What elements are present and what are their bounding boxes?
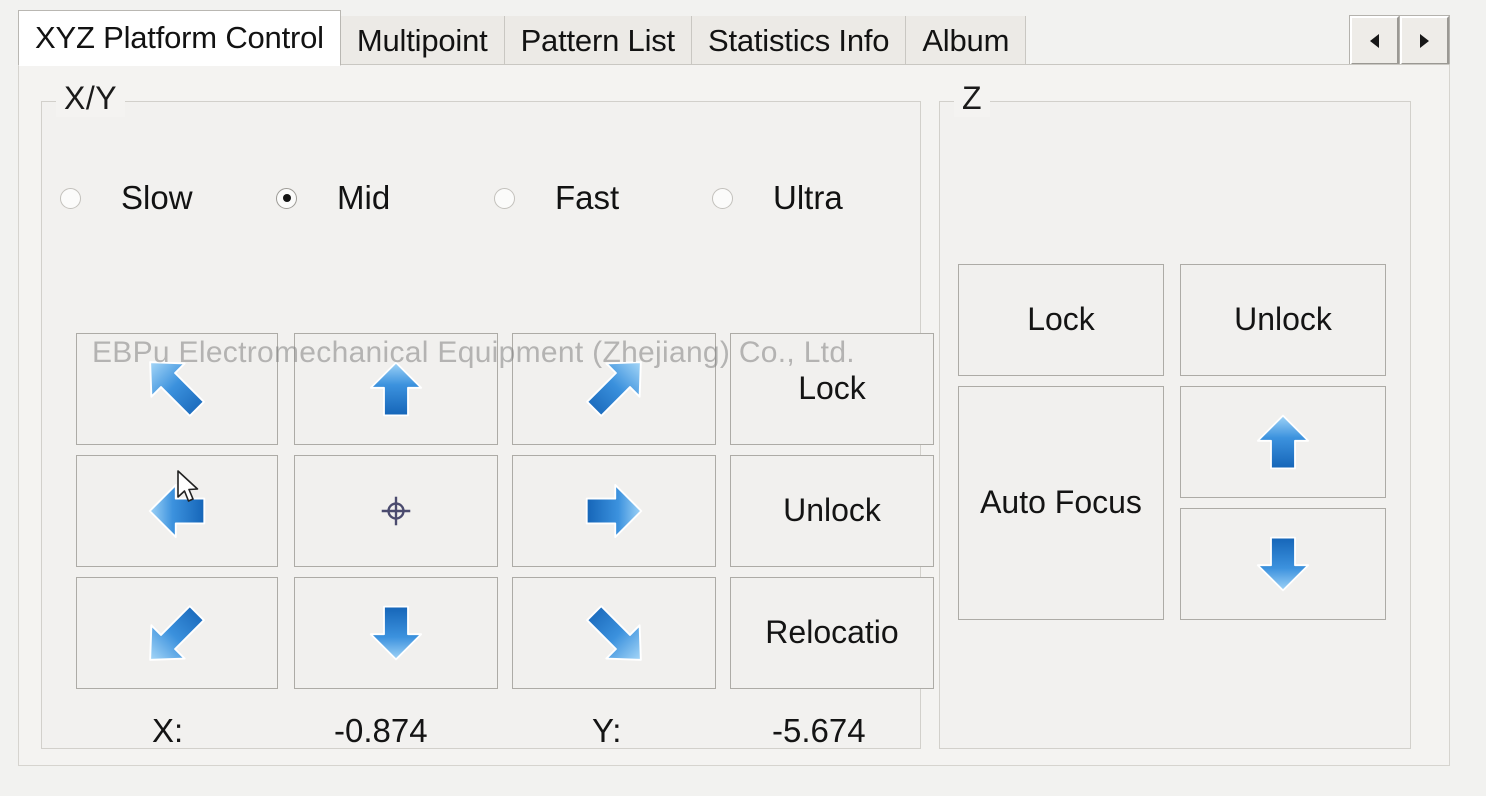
arrow-up-icon [369,361,423,417]
radio-option-ultra[interactable]: Ultra [712,179,843,217]
chevron-right-icon [1420,33,1429,48]
radio-label: Fast [555,179,620,216]
radio-option-fast[interactable]: Fast [494,179,712,217]
tab-xyz-platform-control[interactable]: XYZ Platform Control [18,10,341,66]
z-auto-focus-button[interactable]: Auto Focus [958,386,1164,620]
z-lock-button[interactable]: Lock [958,264,1164,376]
arrow-left-icon [148,483,206,538]
arrow-down-icon [1256,536,1310,592]
tab-label: Pattern List [520,23,676,58]
arrow-up-left-icon [149,361,205,417]
tab-scroll-prev-button[interactable] [1349,15,1400,66]
button-label: Unlock [1234,301,1332,338]
button-label: Relocatio [765,614,899,651]
arrow-down-icon [369,605,423,661]
xy-move-up-right-button[interactable] [512,333,716,445]
tab-album[interactable]: Album [906,16,1027,66]
tab-multipoint[interactable]: Multipoint [340,16,505,66]
y-coordinate-label: Y: [592,712,622,749]
arrow-right-icon [585,483,643,538]
arrow-up-right-icon [586,361,642,417]
tab-list: XYZ Platform Control Multipoint Pattern … [18,10,1027,66]
crosshair-target-icon [380,495,412,527]
tab-scroll-controls [1349,15,1450,66]
xy-move-up-left-button[interactable] [76,333,278,445]
z-group-legend: Z [954,80,991,117]
xy-move-down-button[interactable] [294,577,498,689]
arrow-down-left-icon [149,605,205,661]
radio-ultra-icon[interactable] [712,187,733,209]
speed-radio-group: Slow Mid Fast Ultra [60,174,900,222]
radio-option-mid[interactable]: Mid [276,179,494,217]
xy-move-up-button[interactable] [294,333,498,445]
tab-label: Statistics Info [707,23,890,58]
radio-label: Ultra [773,179,843,216]
arrow-down-right-icon [586,605,642,661]
z-group-box: Z Lock Unlock Auto Focus [939,80,1411,749]
x-coordinate-label: X: [152,712,184,749]
radio-slow-icon[interactable] [60,187,81,209]
xy-relocation-button[interactable]: Relocatio [730,577,934,689]
radio-label: Mid [337,179,391,216]
xy-group-legend: X/Y [56,80,126,117]
tab-label: XYZ Platform Control [35,20,324,55]
xy-unlock-button[interactable]: Unlock [730,455,934,567]
xyz-platform-control-window: XYZ Platform Control Multipoint Pattern … [0,0,1486,796]
y-coordinate-value: -5.674 [772,712,866,749]
radio-option-slow[interactable]: Slow [60,179,276,217]
chevron-left-icon [1370,33,1379,48]
xy-move-left-button[interactable] [76,455,278,567]
arrow-up-icon [1256,414,1310,470]
radio-label: Slow [121,179,193,216]
z-move-up-button[interactable] [1180,386,1386,498]
tab-label: Album [922,23,1010,58]
tab-content-panel: X/Y Slow Mid Fast Ultra Lock Unlock Relo… [18,64,1450,766]
xy-center-home-button[interactable] [294,455,498,567]
z-move-down-button[interactable] [1180,508,1386,620]
xy-lock-button[interactable]: Lock [730,333,934,445]
z-unlock-button[interactable]: Unlock [1180,264,1386,376]
radio-fast-icon[interactable] [494,187,515,209]
button-label: Unlock [783,492,881,529]
xy-move-right-button[interactable] [512,455,716,567]
x-coordinate-value: -0.874 [334,712,428,749]
button-label: Lock [798,370,866,407]
tab-label: Multipoint [356,23,488,58]
xy-move-down-left-button[interactable] [76,577,278,689]
button-label: Lock [1027,301,1095,338]
xy-group-box: X/Y Slow Mid Fast Ultra Lock Unlock Relo… [41,80,934,749]
tab-statistics-info[interactable]: Statistics Info [691,16,907,66]
tab-scroll-next-button[interactable] [1399,15,1450,66]
tab-bar: XYZ Platform Control Multipoint Pattern … [18,8,1450,66]
radio-mid-icon[interactable] [276,187,297,209]
xy-move-down-right-button[interactable] [512,577,716,689]
button-label: Auto Focus [980,484,1142,521]
tab-pattern-list[interactable]: Pattern List [504,16,692,66]
